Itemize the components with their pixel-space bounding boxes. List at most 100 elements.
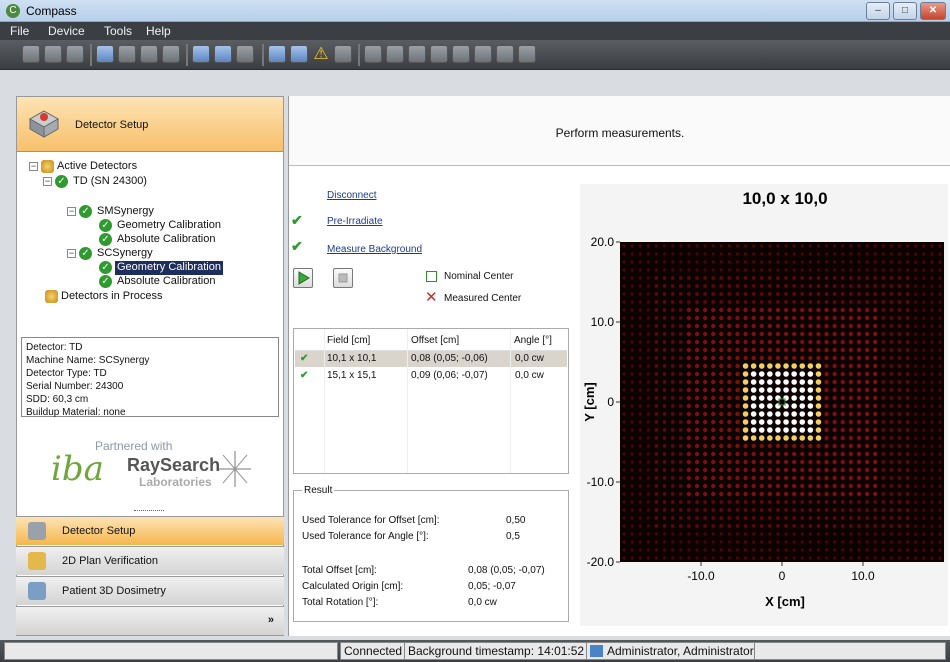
detector-cell — [930, 244, 934, 248]
collapse-icon[interactable]: − — [43, 177, 52, 186]
detector-cell — [752, 268, 756, 272]
detector-cell — [784, 516, 788, 520]
tree-sc-geometry[interactable]: Geometry Calibration — [115, 261, 223, 275]
detector-cell — [768, 540, 772, 544]
menu-device[interactable]: Device — [48, 24, 85, 38]
layers-icon[interactable] — [236, 45, 254, 63]
pipette-icon[interactable] — [408, 45, 426, 63]
nav-overflow[interactable]: » — [16, 606, 284, 635]
detector-cell — [727, 323, 732, 329]
detector-cell — [808, 540, 812, 544]
open-icon[interactable] — [22, 45, 40, 63]
close-button[interactable]: ✕ — [920, 2, 946, 20]
play-icon[interactable] — [430, 45, 448, 63]
detector-cell — [841, 556, 845, 560]
detector-cell — [638, 276, 642, 280]
detector-cell — [914, 380, 918, 384]
detector-cell — [727, 491, 732, 497]
detector-cell — [727, 276, 732, 280]
nav-2d-plan-verification[interactable]: 2D Plan Verification — [16, 546, 284, 575]
detector-cell — [792, 516, 797, 520]
tree-active-detectors[interactable]: Active Detectors — [57, 160, 137, 174]
detector-cell — [881, 388, 886, 392]
menu-file[interactable]: File — [10, 24, 29, 38]
table-row[interactable]: ✔ 10,1 x 10,1 0,08 (0,05; -0,06) 0,0 cw — [295, 351, 567, 367]
detector-cell — [662, 412, 667, 416]
collapse-icon[interactable]: − — [67, 249, 76, 258]
nominal-center-label: Nominal Center — [444, 271, 514, 282]
tree-sm-absolute[interactable]: Absolute Calibration — [117, 233, 215, 247]
disconnect-link[interactable]: Disconnect — [327, 190, 376, 201]
detector-cell — [832, 419, 837, 425]
more-icon[interactable]: » — [268, 614, 274, 626]
tol-offset-value: 0,50 — [506, 515, 526, 526]
tree-sc-absolute[interactable]: Absolute Calibration — [117, 275, 215, 289]
detector-cell — [938, 348, 942, 352]
detector-cell — [751, 500, 756, 504]
detector-cell — [905, 268, 910, 272]
phantom-icon[interactable] — [140, 45, 158, 63]
detector-cell — [856, 339, 862, 345]
check-icon: ✓ — [99, 219, 112, 232]
detector-icon[interactable] — [268, 45, 286, 63]
frame-icon[interactable] — [518, 45, 536, 63]
export-icon[interactable] — [474, 45, 492, 63]
tree-in-process[interactable]: Detectors in Process — [61, 290, 162, 304]
detector-cell — [702, 323, 708, 329]
menu-tools[interactable]: Tools — [104, 24, 132, 38]
detector-cell — [914, 372, 918, 376]
grid-icon[interactable] — [192, 45, 210, 63]
detector-cell — [922, 300, 926, 304]
maximize-button[interactable]: □ — [893, 2, 917, 20]
detector-cell — [743, 540, 748, 544]
stop-measurement-button[interactable] — [333, 268, 353, 288]
measure-background-link[interactable]: Measure Background — [327, 244, 422, 255]
nav-detector-setup[interactable]: Detector Setup — [16, 516, 284, 545]
detector-cell — [630, 300, 634, 304]
detector-cell — [792, 260, 796, 264]
nav-patient-3d-dosimetry[interactable]: Patient 3D Dosimetry — [16, 576, 284, 605]
folder-icon[interactable] — [44, 45, 62, 63]
detector-cell — [816, 244, 821, 248]
detector-cell — [783, 443, 789, 449]
rotate-icon[interactable] — [162, 45, 180, 63]
start-measurement-button[interactable] — [293, 268, 313, 288]
detector-cell — [727, 355, 732, 361]
warning-icon[interactable]: ⚠ — [312, 45, 330, 63]
splitter-grip[interactable] — [134, 510, 164, 514]
minimize-button[interactable]: – — [866, 2, 890, 20]
tree-scsynergy[interactable]: SCSynergy — [97, 247, 153, 261]
detector-cell — [686, 379, 692, 385]
save-icon[interactable] — [66, 45, 84, 63]
measure-icon[interactable] — [386, 45, 404, 63]
detector-cell — [840, 411, 845, 417]
detector-cell — [662, 348, 667, 352]
detector-cell — [930, 428, 934, 432]
beam-icon[interactable] — [214, 45, 232, 63]
detector-cell — [833, 556, 837, 560]
report-icon[interactable] — [364, 45, 382, 63]
detector-cell — [938, 500, 942, 504]
detector-cell — [622, 332, 626, 336]
settings-icon[interactable] — [334, 45, 352, 63]
cylinder-icon[interactable] — [118, 45, 136, 63]
cell-angle: 0,0 cw — [515, 370, 544, 381]
tree-sm-geometry[interactable]: Geometry Calibration — [117, 219, 221, 233]
collapse-icon[interactable]: − — [67, 207, 76, 216]
detector-cell — [792, 556, 796, 560]
plan-icon[interactable] — [290, 45, 308, 63]
collapse-icon[interactable]: − — [29, 162, 38, 171]
detector-cell — [922, 508, 926, 512]
menu-help[interactable]: Help — [146, 24, 171, 38]
detector-cell — [758, 387, 765, 393]
table-row[interactable]: ✔ 15,1 x 15,1 0,09 (0,06; -0,07) 0,0 cw — [295, 368, 567, 384]
preirradiate-link[interactable]: Pre-Irradiate — [327, 216, 383, 227]
database-icon[interactable] — [96, 45, 114, 63]
detector-cell — [938, 300, 942, 304]
window-icon[interactable] — [496, 45, 514, 63]
detector-cell — [775, 323, 781, 329]
stop-icon[interactable] — [452, 45, 470, 63]
detector-cell — [889, 468, 894, 472]
tree-smsynergy[interactable]: SMSynergy — [97, 205, 154, 219]
tree-td[interactable]: TD (SN 24300) — [73, 175, 147, 189]
